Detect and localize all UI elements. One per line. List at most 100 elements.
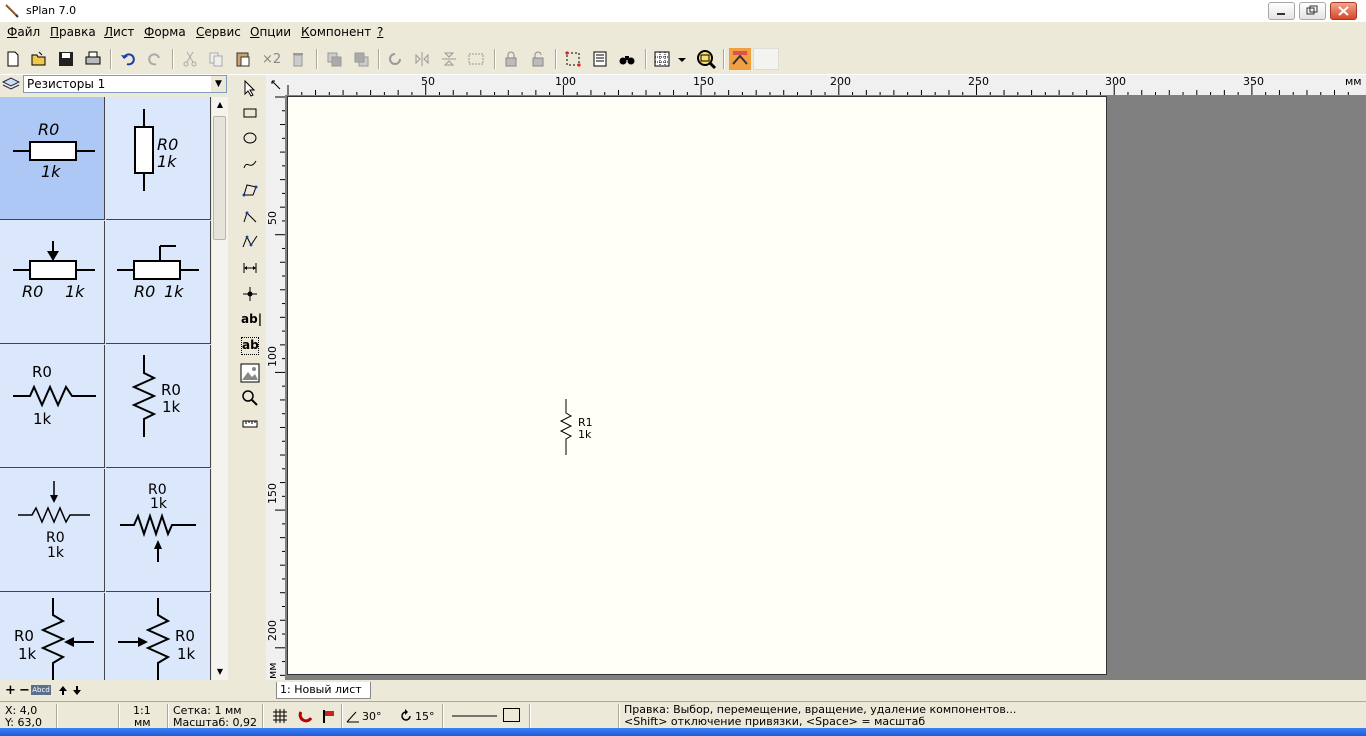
line-tool-icon[interactable] [241, 207, 259, 225]
rotate-icon[interactable] [386, 50, 404, 68]
cell-label-b: 1k [41, 162, 61, 181]
send-back-icon[interactable] [352, 50, 370, 68]
library-cell-pot-zigzag[interactable]: R0 1k [0, 469, 105, 592]
trimmer-symbol: R0 1k [117, 245, 199, 301]
menu-file[interactable]: Файл [7, 25, 40, 39]
layer-color-icon[interactable] [729, 48, 751, 70]
potentiometer-symbol: R0 1k [13, 241, 95, 301]
ruler-corner[interactable] [266, 75, 285, 95]
unlock-icon[interactable] [529, 50, 547, 68]
angle-snap-icon[interactable] [346, 709, 360, 723]
library-cell-resistor-zigzag-h[interactable]: R0 1k [0, 345, 105, 468]
sheet-tab[interactable]: 1: Новый лист [276, 682, 371, 699]
menu-edit[interactable]: Правка [50, 25, 96, 39]
menu-component[interactable]: Компонент [301, 25, 371, 39]
cell-label-a: R0 [38, 120, 59, 139]
menu-service[interactable]: Сервис [196, 25, 241, 39]
library-cell-resistor-h[interactable]: R0 1k [0, 97, 105, 220]
polygon-tool-icon[interactable] [241, 181, 259, 199]
resistor-zigzag-vertical-symbol: R0 1k [131, 355, 181, 437]
resistor-component[interactable]: R1 1k [556, 395, 606, 459]
measure-tool-icon[interactable] [241, 415, 259, 433]
trimmer-zigzag-right-symbol: R0 1k [118, 598, 196, 680]
angle-step[interactable]: 30° [362, 710, 382, 723]
scroll-up-icon[interactable]: ▲ [212, 97, 228, 113]
window-title: sPlan 7.0 [26, 4, 77, 17]
menu-shape[interactable]: Форма [144, 25, 186, 39]
remove-library-button[interactable]: − [19, 683, 30, 698]
scroll-down-icon[interactable]: ▼ [212, 664, 228, 680]
freehand-tool-icon[interactable] [241, 155, 259, 173]
resistor-vertical-symbol: R0 1k [134, 109, 178, 191]
fill-style-swatch[interactable] [503, 708, 520, 722]
junction-tool-icon[interactable] [241, 285, 259, 303]
library-cell-pot-zigzag-up[interactable]: R0 1k [106, 469, 211, 592]
library-scroll-thumb[interactable] [213, 116, 226, 240]
library-cell-trimmer-zigzag-left[interactable]: R0 1k [0, 593, 105, 680]
group-icon[interactable] [467, 50, 485, 68]
zoom-tool-icon[interactable] [241, 389, 259, 407]
multiply-button[interactable]: ×2 [262, 52, 281, 67]
menu-sheet[interactable]: Лист [104, 25, 134, 39]
chevron-down-icon[interactable]: ▼ [211, 76, 226, 92]
magnet-snap-icon[interactable] [298, 708, 314, 724]
nodes-icon[interactable] [564, 50, 582, 68]
search-binoculars-icon[interactable] [618, 50, 636, 68]
drawing-sheet[interactable]: R1 1k [287, 96, 1107, 675]
ruler-label: 350 [1243, 75, 1264, 88]
mirror-h-icon[interactable] [413, 50, 431, 68]
library-cell-trimmer-zigzag-right[interactable]: R0 1k [106, 593, 211, 680]
library-cell-potentiometer[interactable]: R0 1k [0, 221, 105, 344]
rotation-step-icon[interactable] [399, 709, 413, 723]
rotation-step[interactable]: 15° [415, 710, 435, 723]
move-down-icon[interactable] [72, 685, 82, 696]
parts-list-icon[interactable] [591, 50, 609, 68]
ellipse-tool-icon[interactable] [241, 129, 259, 147]
bring-front-icon[interactable] [325, 50, 343, 68]
pin-snap-icon[interactable] [321, 708, 337, 724]
bezier-tool-icon[interactable] [241, 233, 259, 251]
add-library-button[interactable]: + [5, 683, 16, 698]
ruler-label: 250 [968, 75, 989, 88]
menu-options[interactable]: Опции [250, 25, 291, 39]
close-button[interactable] [1330, 2, 1357, 20]
main-toolbar: ×2 [0, 44, 1366, 75]
textbox-tool-button[interactable]: ab [241, 337, 259, 355]
ruler-label: 150 [266, 483, 279, 504]
rectangle-tool-icon[interactable] [241, 104, 259, 122]
restore-button[interactable] [1299, 2, 1326, 20]
status-bar: X: 4,0 Y: 63,0 1:1 мм Сетка: 1 мм Масшта… [0, 701, 1366, 729]
library-cell-trimmer[interactable]: R0 1k [106, 221, 211, 344]
library-select[interactable]: Резисторы 1 ▼ [23, 75, 227, 93]
layer-slot[interactable] [753, 48, 779, 70]
rename-library-button[interactable]: Abcd [31, 685, 51, 695]
pointer-icon[interactable] [241, 79, 259, 97]
mirror-v-icon[interactable] [440, 50, 458, 68]
text-tool-button[interactable]: ab| [241, 312, 262, 330]
image-tool-icon[interactable] [240, 363, 260, 383]
copy-icon[interactable] [207, 50, 225, 68]
new-file-icon[interactable] [4, 50, 22, 68]
zoom-fit-icon[interactable] [695, 48, 717, 70]
ruler-label: 50 [421, 75, 435, 88]
move-up-icon[interactable] [58, 685, 68, 696]
open-folder-icon[interactable] [30, 50, 48, 68]
redo-icon[interactable] [146, 50, 164, 68]
lock-icon[interactable] [502, 50, 520, 68]
save-icon[interactable] [57, 50, 75, 68]
undo-icon[interactable] [119, 50, 137, 68]
grid-icon[interactable] [653, 50, 671, 68]
grid-snap-icon[interactable] [272, 708, 288, 724]
delete-icon[interactable] [289, 50, 307, 68]
menu-help[interactable]: ? [377, 25, 383, 39]
cut-icon[interactable] [181, 50, 199, 68]
dimension-tool-icon[interactable] [241, 259, 259, 277]
library-stack-icon [2, 77, 20, 90]
grid-dropdown-icon[interactable] [676, 50, 688, 68]
paste-icon[interactable] [234, 50, 252, 68]
line-style-icon[interactable] [452, 714, 497, 718]
library-cell-resistor-zigzag-v[interactable]: R0 1k [106, 345, 211, 468]
minimize-button[interactable] [1268, 2, 1295, 20]
print-icon[interactable] [84, 50, 102, 68]
library-cell-resistor-v[interactable]: R0 1k [106, 97, 211, 220]
